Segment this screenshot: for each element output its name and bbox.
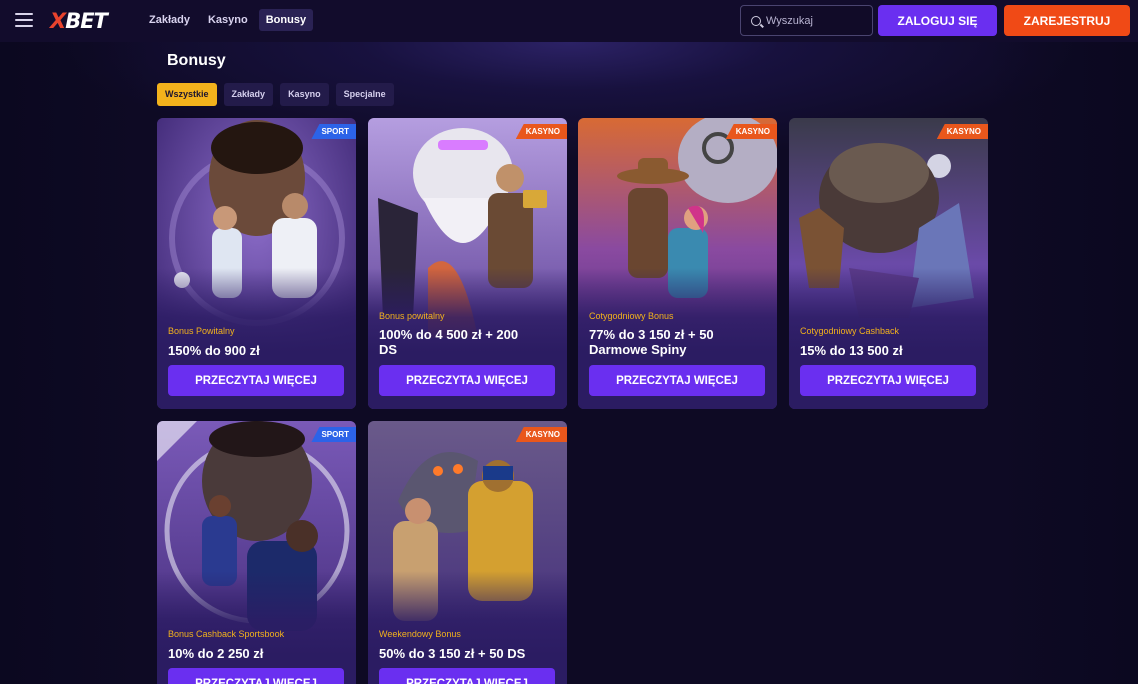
nav-bonusy[interactable]: Bonusy: [258, 9, 314, 31]
bonus-card[interactable]: KASYNO Weekendowy Bonus 50% do 3 150 zł …: [368, 421, 567, 684]
category-tag: KASYNO: [936, 124, 988, 139]
background-shade-left: [0, 42, 150, 684]
background-shade-right: [988, 42, 1138, 684]
card-subtitle: Cotygodniowy Cashback: [800, 326, 900, 336]
login-button[interactable]: ZALOGUJ SIĘ: [878, 5, 997, 36]
logo-rest: BET: [65, 9, 108, 33]
card-offer: 100% do 4 500 zł + 200 DS: [379, 327, 519, 357]
filter-kasyno[interactable]: Kasyno: [280, 83, 329, 106]
card-subtitle: Cotygodniowy Bonus: [589, 311, 674, 321]
search-box[interactable]: [740, 5, 873, 36]
bonus-card[interactable]: SPORT Bonus Powitalny 150% do 900 zł PRZ…: [157, 118, 356, 409]
category-tag: KASYNO: [515, 124, 567, 139]
read-more-button[interactable]: PRZECZYTAJ WIĘCEJ: [379, 668, 555, 684]
read-more-button[interactable]: PRZECZYTAJ WIĘCEJ: [168, 668, 344, 684]
category-tag: KASYNO: [725, 124, 777, 139]
read-more-button[interactable]: PRZECZYTAJ WIĘCEJ: [379, 365, 555, 396]
card-subtitle: Bonus Cashback Sportsbook: [168, 629, 285, 639]
card-subtitle: Bonus powitalny: [379, 311, 445, 321]
register-button[interactable]: ZAREJESTRUJ: [1004, 5, 1130, 36]
nav-kasyno[interactable]: Kasyno: [201, 9, 255, 31]
card-offer: 10% do 2 250 zł: [168, 646, 264, 661]
search-input[interactable]: [766, 14, 866, 27]
nav-zaklady[interactable]: Zakłady: [142, 9, 197, 31]
card-offer: 150% do 900 zł: [168, 343, 260, 358]
main-nav: Zakłady Kasyno Bonusy: [142, 9, 314, 31]
bonus-card[interactable]: KASYNO Cotygodniowy Bonus 77% do 3 150 z…: [578, 118, 777, 409]
logo[interactable]: XBET: [50, 9, 108, 33]
read-more-button[interactable]: PRZECZYTAJ WIĘCEJ: [168, 365, 344, 396]
read-more-button[interactable]: PRZECZYTAJ WIĘCEJ: [589, 365, 765, 396]
card-subtitle: Weekendowy Bonus: [379, 629, 461, 639]
filter-zaklady[interactable]: Zakłady: [223, 83, 274, 106]
top-header: XBET Zakłady Kasyno Bonusy ZALOGUJ SIĘ Z…: [0, 0, 1138, 42]
card-offer: 50% do 3 150 zł + 50 DS: [379, 646, 526, 661]
card-subtitle: Bonus Powitalny: [168, 326, 235, 336]
filter-specjalne[interactable]: Specjalne: [335, 83, 394, 106]
filter-wszystkie[interactable]: Wszystkie: [157, 83, 217, 106]
bonus-card[interactable]: KASYNO Cotygodniowy Cashback 15% do 13 5…: [789, 118, 988, 409]
menu-icon[interactable]: [15, 13, 33, 29]
read-more-button[interactable]: PRZECZYTAJ WIĘCEJ: [800, 365, 976, 396]
category-tag: KASYNO: [515, 427, 567, 442]
page-title: Bonusy: [167, 52, 226, 69]
bonus-card[interactable]: SPORT Bonus Cashback Sportsbook 10% do 2…: [157, 421, 356, 684]
search-icon: [751, 15, 761, 26]
filter-tabs: Wszystkie Zakłady Kasyno Specjalne: [157, 83, 394, 106]
card-offer: 77% do 3 150 zł + 50 Darmowe Spiny: [589, 327, 714, 357]
card-offer: 15% do 13 500 zł: [800, 343, 903, 358]
logo-x: X: [50, 9, 66, 33]
bonus-card[interactable]: KASYNO Bonus powitalny 100% do 4 500 zł …: [368, 118, 567, 409]
